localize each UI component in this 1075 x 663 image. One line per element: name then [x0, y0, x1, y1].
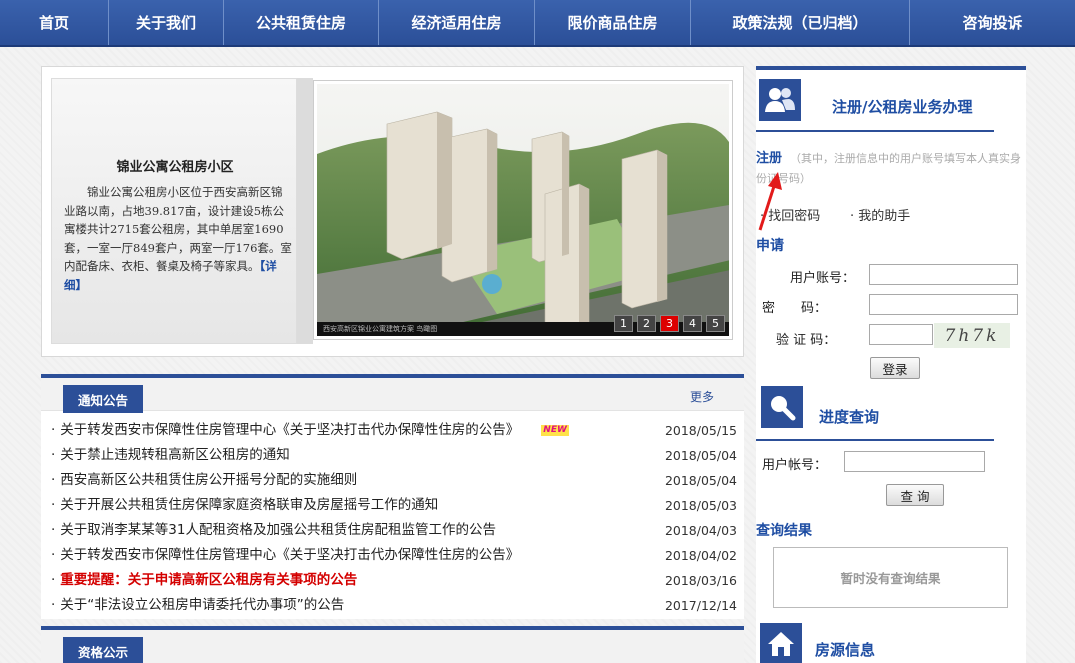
register-note: （其中，注册信息中的用户账号填写本人真实身份证号码）	[756, 152, 1021, 185]
notice-date: 2018/05/04	[664, 473, 737, 488]
notice-title-link[interactable]: 关于开展公共租赁住房保障家庭资格联审及房屋摇号工作的通知	[60, 497, 438, 513]
nav-item-policies[interactable]: 政策法规（已归档）	[691, 0, 910, 45]
progress-section-title: 进度查询	[819, 408, 880, 426]
captcha-label: 验 证 码：	[776, 333, 837, 348]
qualification-header: 资格公示	[41, 630, 744, 663]
notice-date: 2018/03/16	[664, 573, 737, 588]
bullet-icon: ·	[51, 572, 56, 588]
housing-section-title: 房源信息	[815, 641, 876, 659]
feature-intro: 锦业公寓公租房小区 锦业公寓公租房小区位于西安高新区锦业路以南，占地39.817…	[51, 78, 297, 344]
bullet-icon: ·	[51, 597, 56, 613]
slider-divider	[297, 78, 313, 344]
progress-account-input[interactable]	[844, 451, 985, 472]
my-helper-link[interactable]: · 我的助手	[850, 205, 910, 224]
captcha-input[interactable]	[869, 324, 933, 345]
password-label: 密 码：	[762, 301, 828, 316]
apply-heading: 申请	[756, 238, 784, 254]
red-arrow-icon	[758, 172, 782, 231]
nav-item-public-rental[interactable]: 公共租赁住房	[224, 0, 379, 45]
nav-item-home[interactable]: 首页	[0, 0, 109, 45]
slide-button-1[interactable]: 1	[614, 315, 633, 332]
slide-button-2[interactable]: 2	[637, 315, 656, 332]
bullet-icon: ·	[51, 497, 56, 513]
search-icon	[761, 386, 803, 428]
feature-description: 锦业公寓公租房小区位于西安高新区锦业路以南，占地39.817亩，设计建设5栋公寓…	[64, 183, 292, 294]
notice-date: 2018/04/02	[664, 548, 737, 563]
feature-title: 锦业公寓公租房小区	[116, 160, 234, 175]
bullet-icon: ·	[51, 522, 56, 538]
notice-item: · 关于开展公共租赁住房保障家庭资格联审及房屋摇号工作的通知 2018/05/03	[41, 493, 744, 518]
account-input[interactable]	[869, 264, 1018, 285]
notice-title-link[interactable]: 关于“非法设立公租房申请委托代办事项”的公告	[60, 597, 344, 613]
notice-item: · 关于取消李某某等31人配租资格及加强公共租赁住房配租监管工作的公告 2018/0…	[41, 518, 744, 543]
notice-date: 2018/04/03	[664, 523, 737, 538]
notice-item: · 西安高新区公共租赁住房公开摇号分配的实施细则 2018/05/04	[41, 468, 744, 493]
bullet-icon: ·	[51, 447, 56, 463]
feature-text: 锦业公寓公租房小区位于西安高新区锦业路以南，占地39.817亩，设计建设5栋公寓…	[64, 185, 292, 273]
building-render-image	[317, 84, 729, 336]
notice-date: 2018/05/15	[664, 423, 737, 438]
captcha-image[interactable]: 7h7k	[934, 323, 1010, 348]
users-icon	[759, 79, 801, 121]
notice-item: · 关于“非法设立公租房申请委托代办事项”的公告 2017/12/14	[41, 593, 744, 618]
password-input[interactable]	[869, 294, 1018, 315]
top-nav: 首页 关于我们 公共租赁住房 经济适用住房 限价商品住房 政策法规（已归档） 咨…	[0, 0, 1075, 47]
feature-photo[interactable]: 西安高新区锦业公寓建筑方案 鸟瞰图 1 2 3 4 5	[314, 81, 732, 339]
progress-account-label: 用户帐号：	[762, 458, 828, 473]
query-button[interactable]: 查 询	[886, 484, 944, 506]
notice-item: · 关于禁止违规转租高新区公租房的通知 2018/05/04	[41, 443, 744, 468]
progress-divider	[756, 439, 994, 441]
login-button[interactable]: 登录	[870, 357, 920, 379]
house-icon	[760, 623, 802, 663]
recover-password-link[interactable]: · 找回密码	[760, 205, 820, 224]
sidebar: 注册/公租房业务办理 注册 （其中，注册信息中的用户账号填写本人真实身份证号码）…	[756, 66, 1026, 663]
notice-title-link[interactable]: 西安高新区公共租赁住房公开摇号分配的实施细则	[60, 472, 357, 488]
result-box: 暂时没有查询结果	[773, 547, 1008, 608]
register-divider	[756, 130, 994, 132]
notice-date: 2018/05/03	[664, 498, 737, 513]
account-label: 用户账号：	[790, 271, 856, 286]
new-badge-icon: NEW	[541, 424, 569, 436]
register-section-title: 注册/公租房业务办理	[832, 98, 973, 116]
notice-item: · 关于转发西安市保障性住房管理中心《关于坚决打击代办保障性住房的公告》 2018/…	[41, 543, 744, 568]
notice-title-link[interactable]: 关于禁止违规转租高新区公租房的通知	[60, 447, 290, 463]
notice-item: · 关于转发西安市保障性住房管理中心《关于坚决打击代办保障性住房的公告》 NEW 20…	[41, 418, 744, 443]
bullet-icon: ·	[51, 547, 56, 563]
result-empty-text: 暂时没有查询结果	[840, 571, 941, 586]
notice-more-link[interactable]: 更多	[690, 388, 714, 405]
slide-button-4[interactable]: 4	[683, 315, 702, 332]
nav-item-about[interactable]: 关于我们	[109, 0, 224, 45]
notice-date: 2018/05/04	[664, 448, 737, 463]
slide-button-3[interactable]: 3	[660, 315, 679, 332]
notice-tab[interactable]: 通知公告	[63, 385, 144, 413]
notice-list: · 关于转发西安市保障性住房管理中心《关于坚决打击代办保障性住房的公告》 NEW 20…	[41, 411, 744, 618]
qualification-panel: 资格公示	[41, 626, 744, 663]
notice-header: 通知公告 更多	[41, 378, 744, 413]
notice-title-link[interactable]: 重要提醒：关于申请高新区公租房有关事项的公告	[60, 572, 357, 588]
slide-button-5[interactable]: 5	[706, 315, 725, 332]
nav-item-price-limited[interactable]: 限价商品住房	[535, 0, 691, 45]
result-heading: 查询结果	[756, 523, 812, 539]
notice-date: 2017/12/14	[664, 598, 737, 613]
notice-title-link[interactable]: 关于转发西安市保障性住房管理中心《关于坚决打击代办保障性住房的公告》	[60, 547, 519, 563]
nav-item-complaints[interactable]: 咨询投诉	[910, 0, 1075, 45]
notice-title-link[interactable]: 关于转发西安市保障性住房管理中心《关于坚决打击代办保障性住房的公告》	[60, 422, 519, 438]
slide-pager: 1 2 3 4 5	[614, 315, 725, 332]
notice-title-link[interactable]: 关于取消李某某等31人配租资格及加强公共租赁住房配租监管工作的公告	[60, 522, 496, 538]
bullet-icon: ·	[51, 472, 56, 488]
notice-item: · 重要提醒：关于申请高新区公租房有关事项的公告 2018/03/16	[41, 568, 744, 593]
qualification-tab[interactable]: 资格公示	[63, 637, 144, 663]
bullet-icon: ·	[51, 422, 56, 438]
notice-panel: 通知公告 更多 · 关于转发西安市保障性住房管理中心《关于坚决打击代办保障性住房的…	[41, 374, 744, 619]
nav-item-affordable[interactable]: 经济适用住房	[379, 0, 535, 45]
feature-slider: 锦业公寓公租房小区 锦业公寓公租房小区位于西安高新区锦业路以南，占地39.817…	[41, 66, 744, 357]
